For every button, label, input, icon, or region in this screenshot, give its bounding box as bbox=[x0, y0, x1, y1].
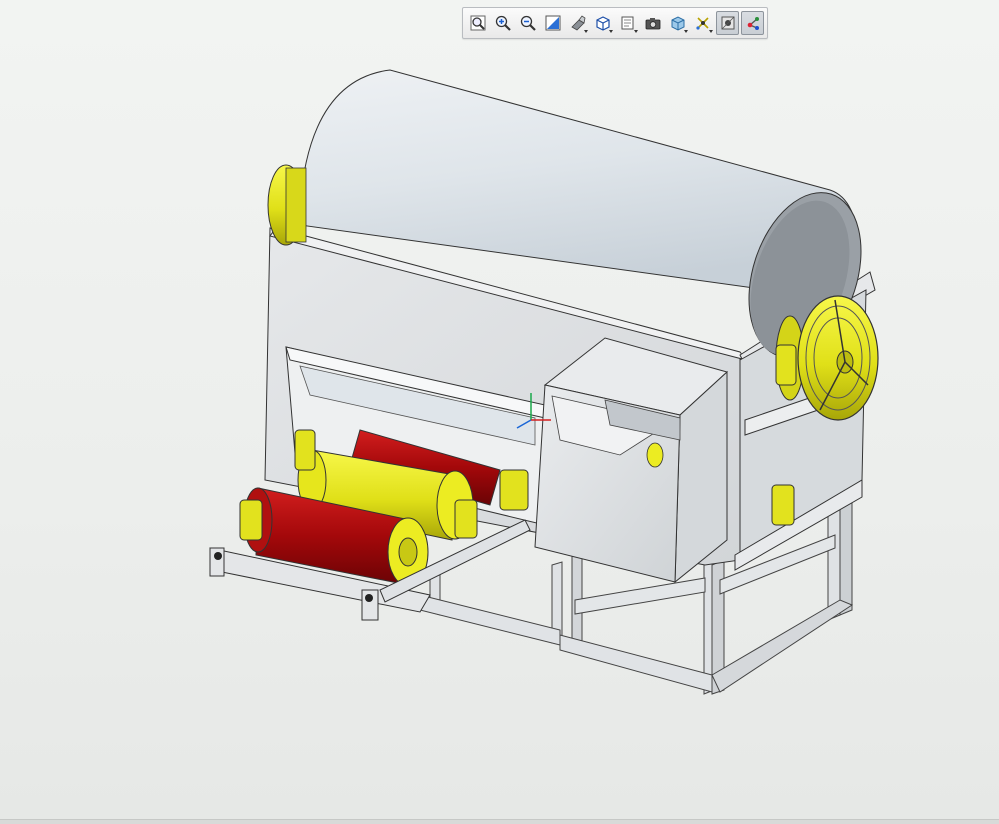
graphics-viewport[interactable] bbox=[0, 0, 999, 824]
feed-hopper bbox=[534, 337, 729, 584]
viewport-bottom-edge bbox=[0, 819, 999, 824]
model-3d-view[interactable] bbox=[0, 0, 999, 824]
drum-left-bearing bbox=[267, 164, 307, 246]
